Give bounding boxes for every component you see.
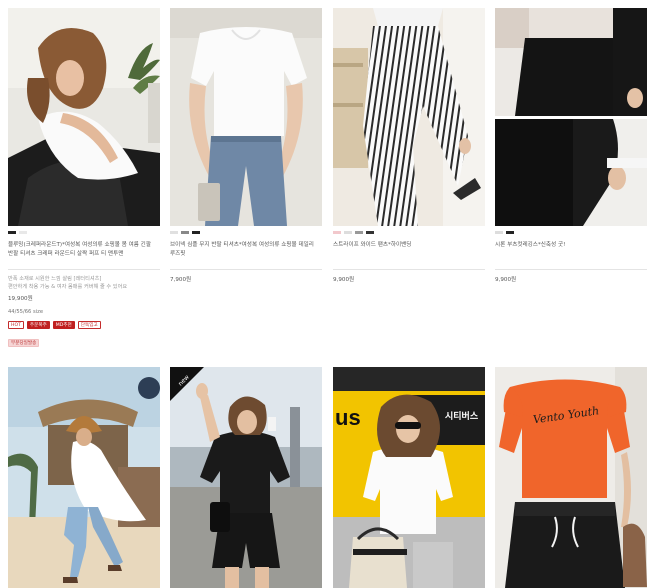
product-image[interactable]	[170, 8, 322, 226]
product-image[interactable]	[333, 8, 485, 226]
order-rush-badge: 주문폭주	[26, 321, 50, 329]
product-card-1[interactable]: 블루밍(크레퍼라운드T)*여성복 여성의류 쇼핑몰 봄 여름 긴팔 반팔 티셔츠…	[8, 8, 160, 348]
product-sizes: 44/55/66 size	[8, 309, 44, 315]
swatch[interactable]	[495, 231, 503, 234]
swatch[interactable]	[19, 231, 27, 234]
product-card-3[interactable]: 스트라이프 와이드 팬츠*하이밴딩 9,900원	[333, 8, 485, 283]
svg-text:us: us	[335, 405, 361, 430]
swatch[interactable]	[333, 231, 341, 234]
swatch[interactable]	[366, 231, 374, 234]
product-price: 9,900원	[495, 277, 517, 283]
product-name[interactable]: 스트라이프 와이드 팬츠*하이밴딩	[333, 241, 485, 267]
exclusive-badge: 단독입고	[77, 321, 101, 329]
product-summary: 반폭 소재로 시원한 느낌 살림 [레터티셔츠] 편안하게 착용 가능 & 여자…	[8, 275, 160, 291]
swatch[interactable]	[355, 231, 363, 234]
summary-line: 편안하게 착용 가능 & 여자 몸매를 커버해 줄 수 있어요	[8, 284, 128, 290]
product-grid: 블루밍(크레퍼라운드T)*여성복 여성의류 쇼핑몰 봄 여름 긴팔 반팔 티셔츠…	[0, 0, 657, 588]
summary-line: 반폭 소재로 시원한 느낌 살림 [레터티셔츠]	[8, 276, 102, 282]
divider	[170, 269, 322, 270]
product-name[interactable]: 시론 부츠컷레깅스*신축성 굿!	[495, 241, 647, 267]
color-swatches	[495, 231, 647, 234]
product-card-2[interactable]: 브이넥 심플 무지 반팔 티셔츠*여성복 여성의류 쇼핑몰 데일리 루즈핏 7,…	[170, 8, 322, 283]
color-swatches	[170, 231, 322, 234]
hot-badge: HOT	[8, 321, 24, 329]
divider	[495, 269, 647, 270]
product-card-5[interactable]	[8, 367, 160, 588]
product-image[interactable]	[8, 8, 160, 226]
swatch[interactable]	[170, 231, 178, 234]
md-pick-badge: MD추천	[52, 321, 75, 329]
product-image[interactable]	[8, 367, 160, 588]
new-corner-badge: new	[170, 367, 204, 401]
product-name[interactable]: 블루밍(크레퍼라운드T)*여성복 여성의류 쇼핑몰 봄 여름 긴팔 반팔 티셔츠…	[8, 241, 160, 267]
product-image[interactable]: us 시티버스	[333, 367, 485, 588]
divider	[333, 269, 485, 270]
product-image[interactable]: Vento Youth	[495, 367, 647, 588]
product-price: 19,900원	[8, 296, 33, 302]
svg-text:시티버스: 시티버스	[445, 410, 479, 422]
divider	[8, 269, 160, 270]
swatch[interactable]	[344, 231, 352, 234]
product-card-4[interactable]: 시론 부츠컷레깅스*신축성 굿! 9,900원	[495, 8, 647, 283]
product-card-7[interactable]: us 시티버스	[333, 367, 485, 588]
product-card-6[interactable]: new	[170, 367, 322, 588]
product-price: 9,900원	[333, 277, 355, 283]
product-name[interactable]: 브이넥 심플 무지 반팔 티셔츠*여성복 여성의류 쇼핑몰 데일리 루즈핏	[170, 241, 322, 267]
swatch[interactable]	[192, 231, 200, 234]
product-image[interactable]	[495, 8, 647, 226]
badge-row: HOT 주문폭주 MD추천 단독입고	[8, 321, 160, 329]
color-swatches	[333, 231, 485, 234]
swatch[interactable]	[506, 231, 514, 234]
swatch[interactable]	[8, 231, 16, 234]
product-image[interactable]: new	[170, 367, 322, 588]
color-swatches	[8, 231, 160, 234]
swatch[interactable]	[181, 231, 189, 234]
product-price: 7,900원	[170, 277, 192, 283]
product-card-8[interactable]: Vento Youth	[495, 367, 647, 588]
same-day-shipping-badge: 부분당일발송	[8, 339, 40, 347]
